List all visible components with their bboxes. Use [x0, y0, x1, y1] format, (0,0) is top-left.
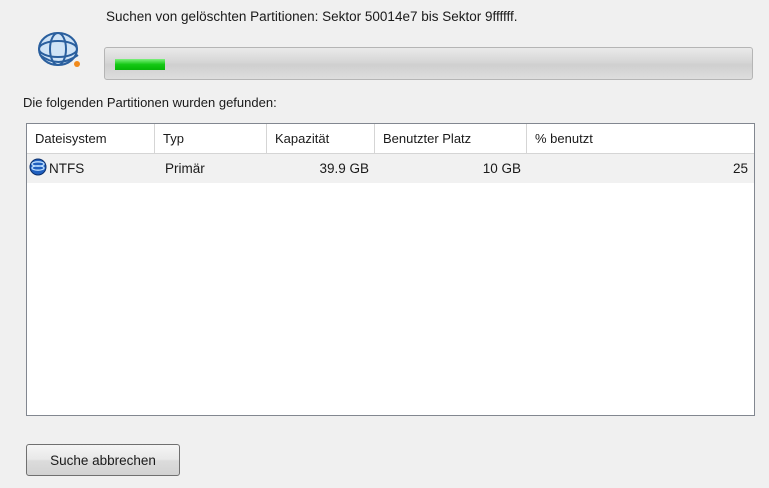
list-header: Dateisystem Typ Kapazität Benutzter Plat…: [27, 124, 754, 154]
found-partitions-label: Die folgenden Partitionen wurden gefunde…: [23, 95, 277, 110]
column-header-used-space[interactable]: Benutzter Platz: [375, 124, 527, 153]
column-header-filesystem[interactable]: Dateisystem: [27, 124, 155, 153]
column-header-type[interactable]: Typ: [155, 124, 267, 153]
progress-fill: [115, 59, 165, 70]
filesystem-value: NTFS: [49, 161, 85, 176]
cell-filesystem: NTFS: [27, 158, 155, 179]
search-progress-bar: [104, 47, 753, 80]
cell-used-space: 10 GB: [482, 161, 521, 176]
cell-capacity: 39.9 GB: [319, 161, 369, 176]
disk-icon: [29, 158, 49, 179]
cell-type: Primär: [165, 161, 205, 176]
column-header-capacity[interactable]: Kapazität: [267, 124, 375, 153]
search-status-text: Suchen von gelöschten Partitionen: Sekto…: [106, 9, 518, 24]
column-header-percent-used[interactable]: % benutzt: [527, 124, 754, 153]
app-icon: [30, 25, 86, 73]
partition-row[interactable]: NTFS Primär 39.9 GB 10 GB 25: [27, 154, 754, 183]
cell-percent-used: 25: [732, 161, 748, 176]
cancel-search-button[interactable]: Suche abbrechen: [26, 444, 180, 476]
partition-list[interactable]: Dateisystem Typ Kapazität Benutzter Plat…: [26, 123, 755, 416]
